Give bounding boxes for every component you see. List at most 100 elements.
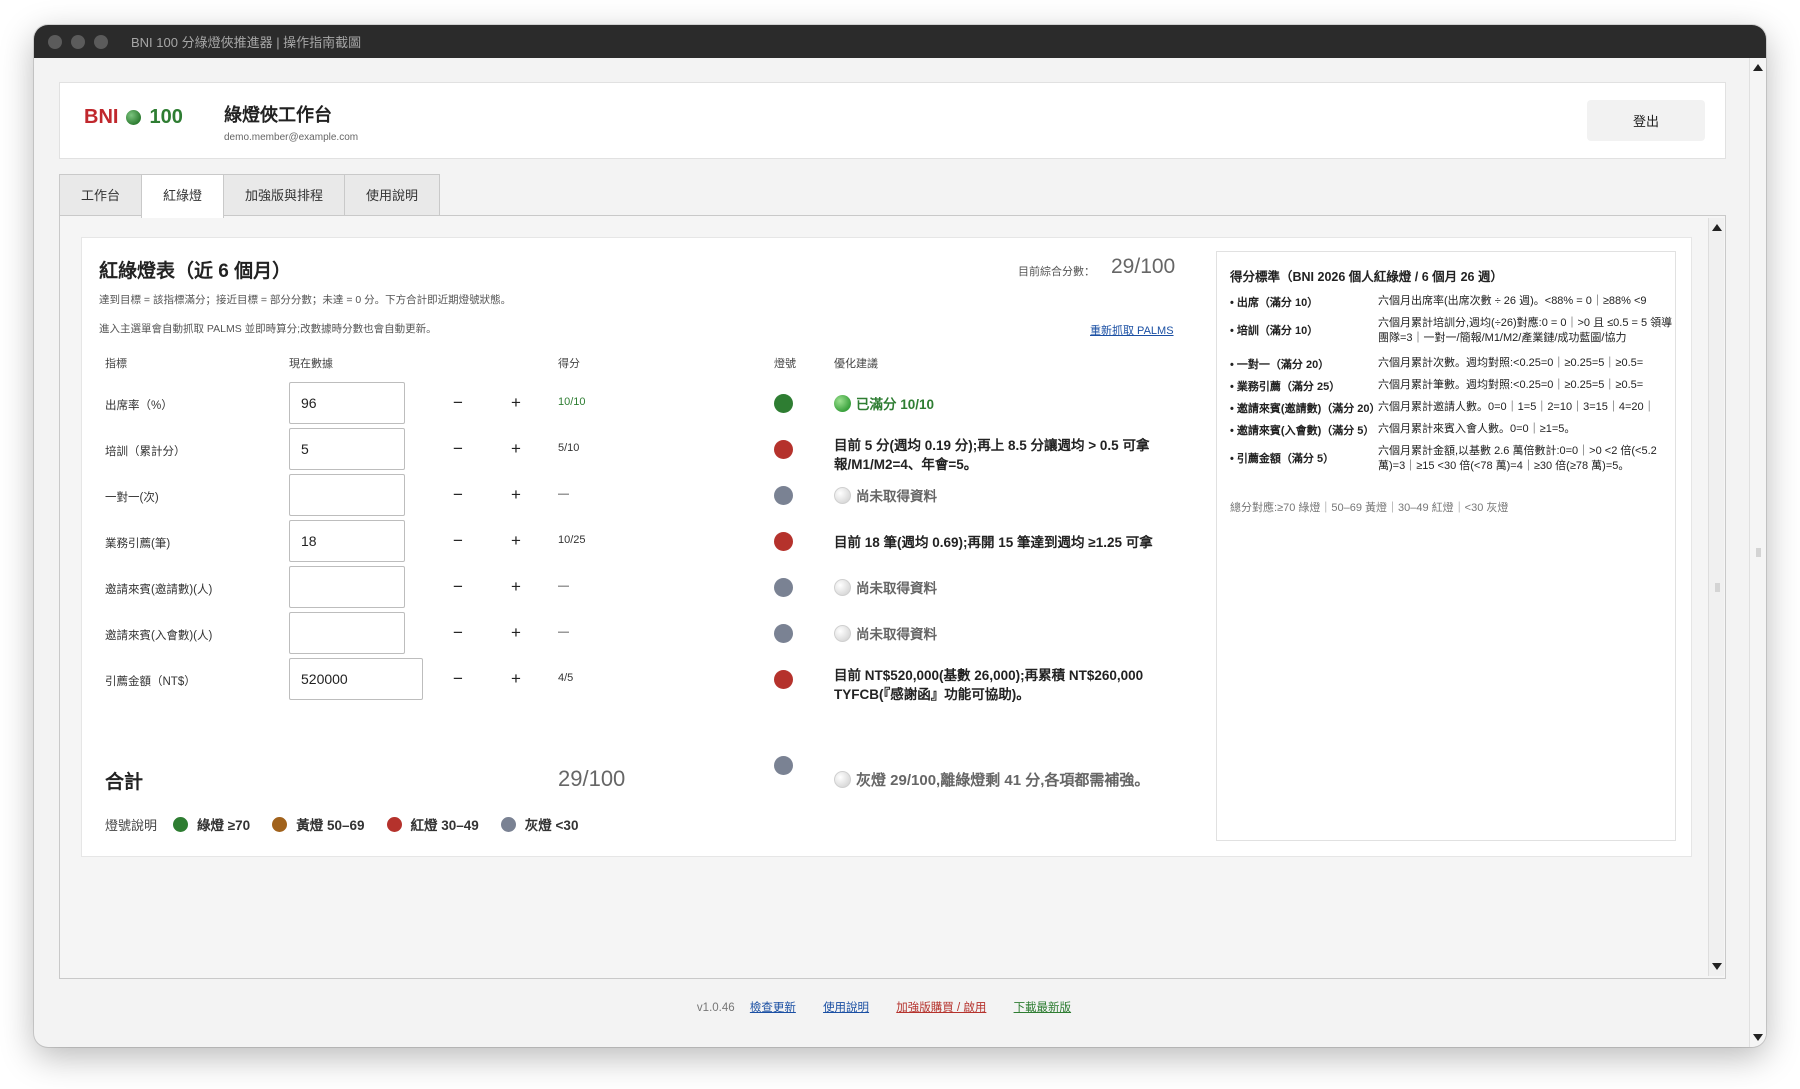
light-legend: 燈號說明 綠燈 ≥70 黃燈 50–69 紅燈 30–49 灰燈 <30 [105, 814, 600, 834]
column-header-data: 現在數據 [289, 358, 333, 370]
column-header-light: 燈號 [774, 358, 796, 370]
standard-value: 六個月累計來賓入會人數。0=0｜≥1=5。 [1378, 423, 1576, 435]
standard-key: • 邀請來賓(邀請數)（滿分 20） [1230, 403, 1381, 415]
metric-row-attendance: 出席率（%） − + 10/10 已滿分 10/10 [82, 382, 1252, 426]
help-link[interactable]: 使用說明 [823, 1002, 869, 1014]
tip-text: 已滿分 10/10 [856, 397, 935, 412]
scroll-down-arrow-icon[interactable] [1753, 1034, 1763, 1041]
logout-button[interactable]: 登出 [1587, 100, 1705, 141]
one-to-one-input[interactable] [289, 474, 405, 516]
increment-button[interactable]: + [506, 577, 526, 597]
green-dot-icon [173, 816, 189, 832]
yellow-dot-icon [272, 816, 288, 832]
decrement-button[interactable]: − [448, 485, 468, 505]
metric-row-one-to-one: 一對一(次) − + — 尚未取得資料 [82, 474, 1252, 518]
decrement-button[interactable]: − [448, 623, 468, 643]
empty-bead-icon [834, 487, 851, 504]
standard-value: 六個月累計筆數。週均對照:<0.25=0｜≥0.25=5｜≥0.5= [1378, 379, 1644, 391]
status-light-gray-icon [774, 624, 793, 643]
standard-key: • 業務引薦（滿分 25） [1230, 381, 1341, 393]
scroll-grip[interactable] [1756, 548, 1761, 557]
scoring-standards-panel: 得分標準（BNI 2026 個人紅綠燈 / 6 個月 26 週） • 出席（滿分… [1216, 251, 1676, 841]
total-status-light-icon [774, 756, 793, 775]
increment-button[interactable]: + [506, 669, 526, 689]
app-title: 綠燈俠工作台 [224, 105, 332, 125]
visitors-joined-input[interactable] [289, 612, 405, 654]
increment-button[interactable]: + [506, 393, 526, 413]
metric-label: 邀請來賓(入會數)(人) [105, 630, 213, 642]
visitors-invited-input[interactable] [289, 566, 405, 608]
legend-item-yellow: 黃燈 50–69 [272, 814, 365, 834]
decrement-button[interactable]: − [448, 393, 468, 413]
decrement-button[interactable]: − [448, 439, 468, 459]
red-dot-icon [386, 816, 402, 832]
metric-label: 業務引薦(筆) [105, 538, 171, 550]
referrals-input[interactable] [289, 520, 405, 562]
refetch-palms-link[interactable]: 重新抓取 PALMS [1090, 322, 1174, 338]
panel-note: 進入主選單會自動抓取 PALMS 並即時算分;改數據時分數也會自動更新。 [99, 323, 437, 335]
standard-value: 六個月累計次數。週均對照:<0.25=0｜≥0.25=5｜≥0.5= [1378, 357, 1644, 369]
legend-title: 燈號說明 [105, 817, 158, 833]
check-update-link[interactable]: 檢查更新 [750, 1002, 796, 1014]
increment-button[interactable]: + [506, 439, 526, 459]
column-header-score: 得分 [558, 358, 580, 370]
scroll-up-arrow-icon[interactable] [1712, 224, 1722, 231]
scroll-grip[interactable] [1715, 583, 1720, 592]
metric-score: — [558, 580, 569, 592]
status-light-gray-icon [774, 486, 793, 505]
optimization-tip: 尚未取得資料 [834, 625, 1204, 644]
metric-score: 10/25 [558, 534, 586, 546]
metric-score: — [558, 626, 569, 638]
minimize-window-button[interactable] [71, 34, 85, 49]
standard-key: • 引薦金額（滿分 5） [1230, 453, 1335, 465]
green-bead-icon [834, 395, 851, 412]
maximize-window-button[interactable] [94, 34, 108, 49]
download-latest-link[interactable]: 下載最新版 [1014, 1002, 1072, 1014]
column-header-metric: 指標 [105, 358, 127, 370]
content-scrollbar[interactable] [1708, 218, 1724, 976]
standard-value: 六個月累計邀請人數。0=0｜1=5｜2=10｜3=15｜4=20｜ [1378, 401, 1655, 413]
standard-key: • 培訓（滿分 10） [1230, 325, 1319, 337]
metric-row-visitors-invited: 邀請來賓(邀請數)(人) − + — 尚未取得資料 [82, 566, 1252, 610]
optimization-tip: 目前 NT$520,000(基數 26,000);再累積 NT$260,000 … [834, 668, 1144, 702]
increment-button[interactable]: + [506, 623, 526, 643]
tab-workspace[interactable]: 工作台 [59, 174, 143, 216]
metric-label: 出席率（%） [105, 400, 173, 412]
legend-label: 黃燈 50–69 [296, 818, 365, 833]
window-scrollbar[interactable] [1749, 58, 1766, 1047]
standard-value: 六個月累計金額,以基數 2.6 萬倍數計:0=0｜>0 <2 倍(<5.2 萬)… [1378, 445, 1657, 472]
legend-item-gray: 灰燈 <30 [500, 814, 578, 834]
training-input[interactable] [289, 428, 405, 470]
tab-help[interactable]: 使用說明 [344, 174, 441, 216]
close-window-button[interactable] [48, 34, 62, 49]
pro-purchase-link[interactable]: 加強版購買 / 啟用 [896, 1002, 986, 1014]
app-window: BNI 100 分綠燈俠推進器 | 操作指南截圖 BNI 100 綠燈俠工作台 … [34, 25, 1766, 1047]
app-header: BNI 100 綠燈俠工作台 demo.member@example.com 登… [59, 82, 1726, 159]
increment-button[interactable]: + [506, 531, 526, 551]
version-label: v1.0.46 [696, 1002, 735, 1014]
metric-label: 培訓（累計分） [105, 446, 186, 458]
standard-key: • 邀請來賓(入會數)（滿分 5） [1230, 425, 1375, 437]
scroll-up-arrow-icon[interactable] [1753, 64, 1763, 71]
tab-pro-schedule[interactable]: 加強版與排程 [223, 174, 346, 216]
status-light-gray-icon [774, 578, 793, 597]
attendance-input[interactable] [289, 382, 405, 424]
decrement-button[interactable]: − [448, 577, 468, 597]
tab-traffic-light[interactable]: 紅綠燈 [141, 174, 225, 218]
total-value: 29/100 [558, 766, 626, 791]
standard-value: 六個月出席率(出席次數 ÷ 26 週)。<88% = 0｜≥88% <9 [1378, 295, 1647, 307]
tab-bar: 工作台 紅綠燈 加強版與排程 使用說明 [59, 174, 441, 218]
scroll-down-arrow-icon[interactable] [1712, 963, 1722, 970]
decrement-button[interactable]: − [448, 531, 468, 551]
panel-title: 紅綠燈表（近 6 個月） [99, 261, 292, 282]
column-header-tip: 優化建議 [834, 358, 878, 370]
referral-amount-input[interactable] [289, 658, 423, 700]
increment-button[interactable]: + [506, 485, 526, 505]
decrement-button[interactable]: − [448, 669, 468, 689]
legend-label: 綠燈 ≥70 [197, 818, 251, 833]
total-tip-text: 灰燈 29/100,離綠燈剩 41 分,各項都需補強。 [856, 772, 1150, 789]
status-light-green-icon [774, 394, 793, 413]
empty-bead-icon [834, 579, 851, 596]
optimization-tip: 目前 18 筆(週均 0.69);再開 15 筆達到週均 ≥1.25 可拿 [834, 535, 1153, 550]
total-tip: 灰燈 29/100,離綠燈剩 41 分,各項都需補強。 [834, 769, 1149, 790]
